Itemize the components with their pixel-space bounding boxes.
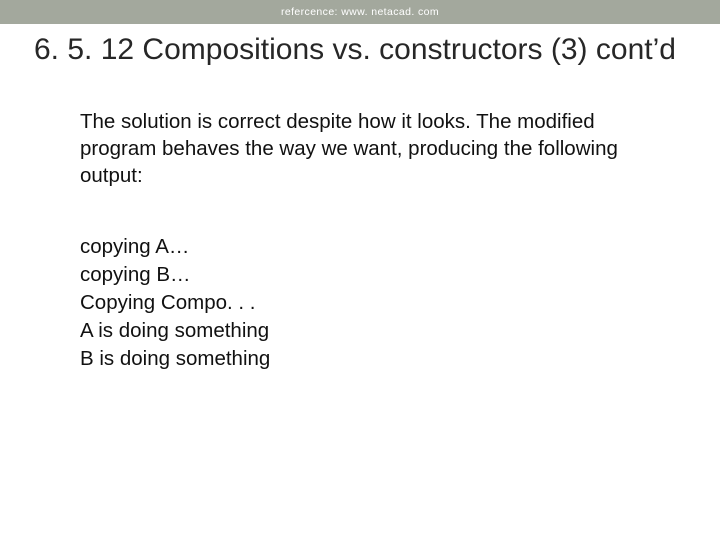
body-paragraph: The solution is correct despite how it l…: [80, 108, 660, 189]
output-line: copying A…: [80, 233, 660, 261]
slide-body: The solution is correct despite how it l…: [0, 70, 720, 373]
program-output: copying A… copying B… Copying Compo. . .…: [80, 233, 660, 373]
output-line: B is doing something: [80, 345, 660, 373]
reference-banner: refercence: www. netacad. com: [0, 0, 720, 24]
slide-title: 6. 5. 12 Compositions vs. constructors (…: [0, 24, 720, 70]
output-line: copying B…: [80, 261, 660, 289]
output-line: A is doing something: [80, 317, 660, 345]
output-line: Copying Compo. . .: [80, 289, 660, 317]
